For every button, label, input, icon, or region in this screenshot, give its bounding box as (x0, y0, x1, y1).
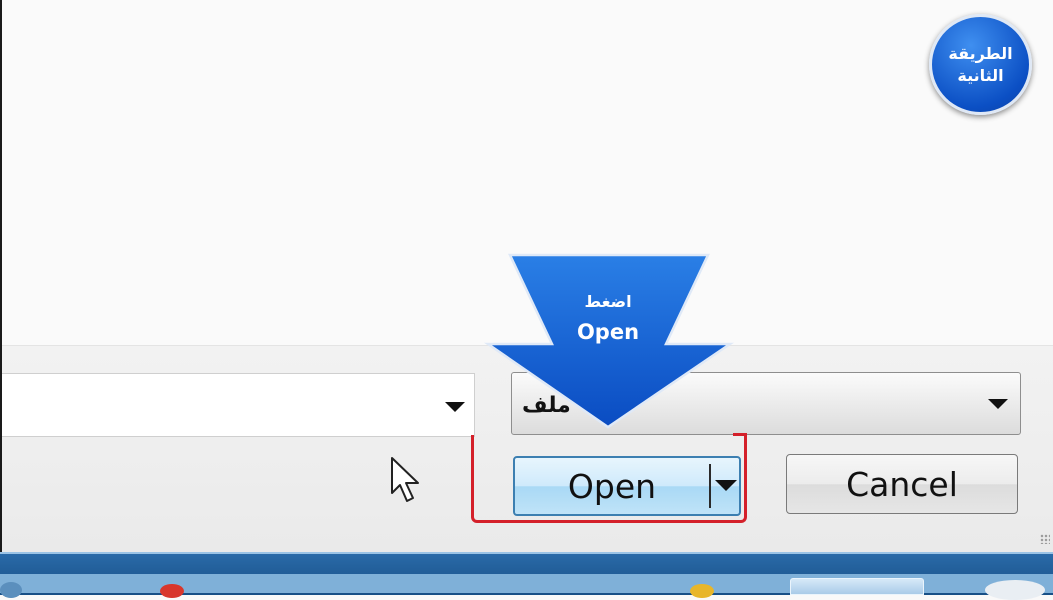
mouse-pointer-icon (391, 457, 419, 502)
chevron-down-icon[interactable] (988, 399, 1008, 409)
file-name-combobox[interactable] (2, 373, 475, 437)
cancel-button[interactable]: Cancel (786, 454, 1018, 514)
callout-text-press: اضغط (584, 292, 632, 311)
cancel-button-label: Cancel (846, 464, 958, 504)
taskbar-app-icon[interactable] (0, 582, 22, 598)
method-badge-text: الطريقة الثانية (948, 43, 1013, 85)
resize-grip[interactable] (1040, 534, 1050, 544)
taskbar-app-icon[interactable] (690, 584, 714, 598)
taskbar-window-button[interactable] (790, 578, 924, 595)
highlight-box-corner (733, 433, 747, 436)
chevron-down-icon[interactable] (445, 402, 465, 412)
taskbar-app-icon[interactable] (160, 584, 184, 598)
method-badge: الطريقة الثانية (929, 14, 1032, 115)
taskbar-app-icon[interactable] (985, 580, 1045, 600)
open-button-highlight-box (471, 435, 747, 523)
callout-text-open: Open (576, 320, 640, 344)
